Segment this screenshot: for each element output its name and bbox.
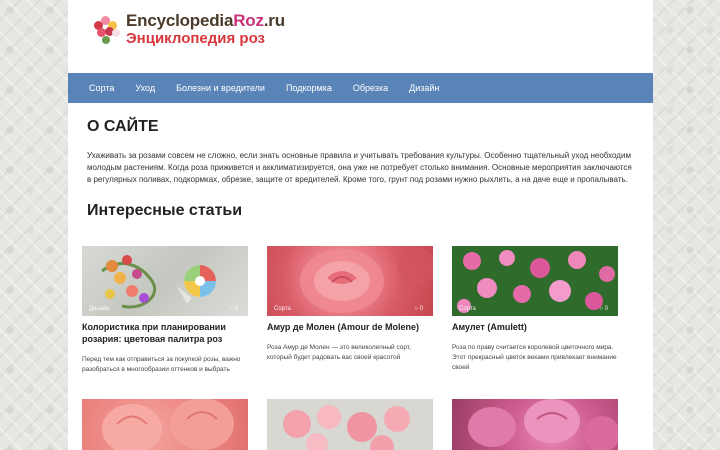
logo-text-ru: Энциклопедия роз <box>126 30 266 47</box>
nav-item-pruning[interactable]: Обрезка <box>353 83 388 93</box>
rose-image <box>300 248 433 313</box>
article-thumbnail[interactable]: Сорта ○ 0 <box>452 246 618 316</box>
rose-image <box>468 399 618 450</box>
rose-image <box>283 405 410 450</box>
article-thumbnail[interactable]: Дизайн ○ 0 <box>82 246 248 316</box>
article-title[interactable]: Колористика при планировании розария: цв… <box>82 321 248 345</box>
nav-item-design[interactable]: Дизайн <box>409 83 439 93</box>
rose-bush-image <box>457 250 615 313</box>
rose-image <box>102 399 234 450</box>
about-title: О САЙТЕ <box>87 118 159 135</box>
article-thumbnail[interactable] <box>82 399 248 450</box>
article-card[interactable]: Дизайн ○ 0 Колористика при планировании … <box>82 246 248 375</box>
site-header: EncyclopediaRoz.ru Энциклопедия роз <box>68 0 653 73</box>
article-thumbnail[interactable] <box>267 399 433 450</box>
bouquet-icon <box>92 13 122 45</box>
comment-count: ○ 0 <box>414 306 423 312</box>
nav-item-feeding[interactable]: Подкормка <box>286 83 332 93</box>
article-card[interactable] <box>267 399 433 450</box>
comment-count: ○ 0 <box>229 306 238 312</box>
nav-item-care[interactable]: Уход <box>135 83 155 93</box>
article-card[interactable] <box>452 399 618 450</box>
logo-text-en: EncyclopediaRoz.ru <box>126 11 285 30</box>
article-category[interactable]: Сорта <box>459 306 476 312</box>
article-thumbnail[interactable]: Сорта ○ 0 <box>267 246 433 316</box>
nav-item-varieties[interactable]: Сорта <box>89 83 114 93</box>
main-content: О САЙТЕ Ухаживать за розами совсем не сл… <box>87 103 635 220</box>
nav-item-diseases[interactable]: Болезни и вредители <box>176 83 265 93</box>
article-thumbnail[interactable] <box>452 399 618 450</box>
article-excerpt: Роза по праву считается королевой цветоч… <box>452 344 617 371</box>
main-nav: Сорта Уход Болезни и вредители Подкормка… <box>68 73 653 103</box>
page-container: EncyclopediaRoz.ru Энциклопедия роз Сорт… <box>68 0 653 450</box>
article-category[interactable]: Дизайн <box>89 306 109 312</box>
site-logo[interactable]: EncyclopediaRoz.ru Энциклопедия роз <box>92 12 285 46</box>
article-card[interactable]: Сорта ○ 0 Амур де Молен (Amour de Molene… <box>267 246 433 363</box>
article-category[interactable]: Сорта <box>274 306 291 312</box>
article-card[interactable]: Сорта ○ 0 Амулет (Amulett) Роза по праву… <box>452 246 618 373</box>
article-excerpt: Роза Амур де Молен — это великолепный со… <box>267 344 411 361</box>
article-excerpt: Перед тем как отправиться за покупкой ро… <box>82 356 241 373</box>
article-title[interactable]: Амур де Молен (Amour de Molene) <box>267 321 433 333</box>
about-text: Ухаживать за розами совсем не сложно, ес… <box>87 151 632 184</box>
articles-title: Интересные статьи <box>87 202 243 219</box>
comment-count: ○ 0 <box>599 306 608 312</box>
article-card[interactable] <box>82 399 248 450</box>
article-title[interactable]: Амулет (Amulett) <box>452 321 618 333</box>
